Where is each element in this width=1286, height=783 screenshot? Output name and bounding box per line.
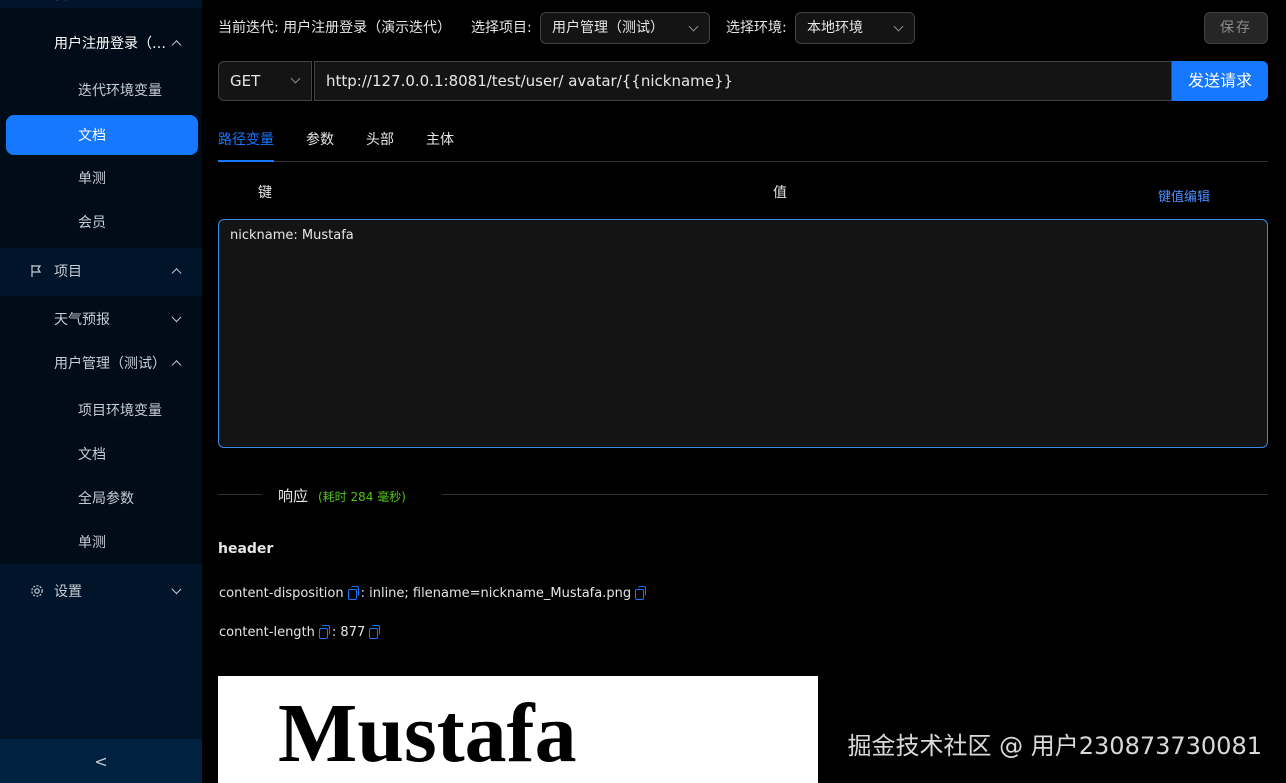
header-key: content-length [219,625,315,640]
response-title: 响应 [278,487,309,505]
sidebar-item-iteration-user-reg[interactable]: 用户注册登录（演示迭代） [0,21,202,65]
sidebar: 迭代 用户注册登录（演示迭代） 迭代环境变量 文档 单测 会员 项目 天气预报 … [0,0,202,783]
sidebar-item-label: 单测 [78,535,106,551]
tab-params[interactable]: 参数 [306,122,334,162]
tab-body[interactable]: 主体 [426,122,454,162]
project-select-value: 用户管理（测试） [552,20,664,36]
sidebar-item-iteration-env-vars[interactable]: 迭代环境变量 [0,68,202,112]
divider-line [442,494,1268,495]
sidebar-item-label: 迭代 [40,0,68,4]
method-value: GET [230,72,261,90]
sidebar-item-docs-active[interactable]: 文档 [6,115,198,155]
sidebar-item-member[interactable]: 会员 [0,200,202,244]
sidebar-item-project-unit-test[interactable]: 单测 [0,520,202,564]
chevron-down-icon [171,312,182,323]
sidebar-item-label: 天气预报 [54,312,110,328]
request-row: GET 发送请求 [218,61,1268,101]
key-column-header: 键 [258,185,272,201]
sidebar-item-settings[interactable]: 设置 [0,569,202,613]
header-key: content-disposition [219,586,344,601]
send-request-button[interactable]: 发送请求 [1172,61,1268,101]
env-select-value: 本地环境 [807,20,863,36]
env-select[interactable]: 本地环境 [795,12,915,44]
project-select-label: 选择项目: [471,20,532,36]
sidebar-item-label: 文档 [78,447,106,463]
header-separator: : [331,625,341,640]
sidebar-item-label: 文档 [78,128,106,144]
sidebar-item-weather[interactable]: 天气预报 [0,297,202,341]
chevron-down-icon [290,73,301,84]
divider-line [218,494,262,495]
response-header-row: content-length : 877 [219,623,382,643]
chevron-down-icon [688,21,699,32]
flag-icon [30,264,44,278]
kv-edit-link[interactable]: 键值编辑 [1158,186,1210,205]
response-image-preview: Mustafa [218,676,818,783]
sidebar-collapse-button[interactable]: < [0,739,202,783]
sidebar-item-project-docs[interactable]: 文档 [0,432,202,476]
chevron-up-icon [171,40,182,51]
project-select[interactable]: 用户管理（测试） [540,12,710,44]
env-select-label: 选择环境: [726,20,787,36]
request-tabs: 路径变量 参数 头部 主体 [218,122,1268,162]
sidebar-item-project-env-vars[interactable]: 项目环境变量 [0,388,202,432]
sidebar-item-label: 迭代环境变量 [78,83,162,99]
tab-headers[interactable]: 头部 [366,122,394,162]
tab-path-variables[interactable]: 路径变量 [218,122,274,162]
sidebar-item-label: 设置 [54,584,82,600]
chevron-up-icon [171,268,182,279]
current-iteration-text: 当前迭代: 用户注册登录（演示迭代） [218,20,452,36]
sidebar-item-iteration[interactable]: 迭代 [0,0,202,16]
top-bar: 当前迭代: 用户注册登录（演示迭代） 选择项目: 用户管理（测试） 选择环境: … [218,12,1268,44]
chevron-up-icon [171,360,182,371]
sidebar-item-project[interactable]: 项目 [0,249,202,293]
sidebar-item-label: 用户管理（测试） [54,356,166,372]
response-time: (耗时 284 毫秒) [318,490,406,504]
sidebar-item-global-params[interactable]: 全局参数 [0,476,202,520]
copy-icon[interactable] [347,585,359,600]
sidebar-item-label: 用户注册登录（演示迭代） [54,36,166,52]
sidebar-item-label: 全局参数 [78,491,134,507]
gear-icon [30,584,44,598]
chevron-left-icon: < [94,751,108,771]
header-value: inline; filename=nickname_Mustafa.png [369,586,632,601]
watermark: 掘金技术社区 @ 用户230873730081 [847,732,1263,760]
copy-icon[interactable] [635,585,647,600]
sidebar-item-label: 项目 [54,264,82,280]
sidebar-item-user-mgmt[interactable]: 用户管理（测试） [0,341,202,385]
kv-bulk-edit-textarea[interactable]: nickname: Mustafa [218,219,1268,448]
response-header-title: header [218,541,274,557]
response-divider: 响应 (耗时 284 毫秒) [218,483,1268,507]
chevron-down-icon [171,584,182,595]
sidebar-item-unit-test[interactable]: 单测 [0,156,202,200]
value-column-header: 值 [773,185,787,201]
copy-icon[interactable] [318,624,330,639]
copy-icon[interactable] [369,624,381,639]
kv-header: 键 值 键值编辑 [218,172,1268,212]
sidebar-item-label: 单测 [78,171,106,187]
url-input[interactable] [314,61,1172,101]
response-header-row: content-disposition : inline; filename=n… [219,584,648,604]
header-separator: : [360,586,370,601]
header-value: 877 [340,625,366,640]
sidebar-item-label: 项目环境变量 [78,403,162,419]
chevron-down-icon [893,21,904,32]
sidebar-item-label: 会员 [78,215,106,231]
preview-image-text: Mustafa [278,687,577,780]
method-select[interactable]: GET [218,61,312,101]
save-button[interactable]: 保存 [1204,12,1268,44]
